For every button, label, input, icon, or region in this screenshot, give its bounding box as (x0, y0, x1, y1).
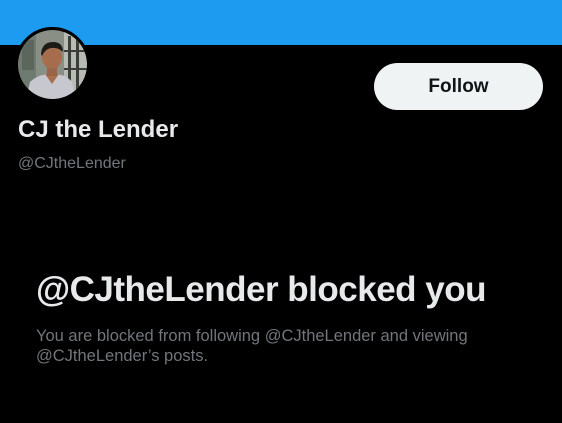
follow-button-label: Follow (428, 75, 489, 97)
follow-button[interactable]: Follow (374, 63, 543, 110)
avatar[interactable] (15, 27, 90, 102)
blocked-title: @CJtheLender blocked you (36, 270, 487, 309)
profile-handle: @CJtheLender (18, 155, 126, 172)
avatar-photo-icon (18, 30, 87, 99)
profile-banner (0, 0, 562, 45)
profile-page: Follow CJ the Lender @CJtheLender @CJthe… (0, 0, 562, 423)
profile-display-name: CJ the Lender (18, 116, 179, 143)
blocked-description: You are blocked from following @CJtheLen… (36, 327, 468, 365)
